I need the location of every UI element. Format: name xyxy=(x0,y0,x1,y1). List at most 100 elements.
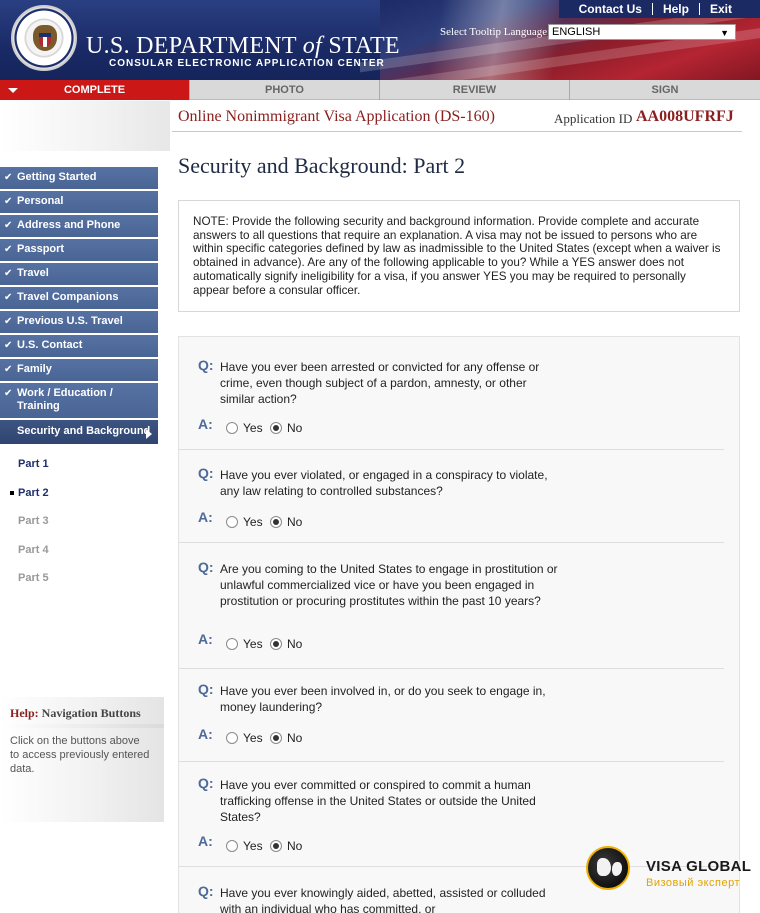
dropdown-arrow-icon: ▼ xyxy=(720,28,729,38)
radio-selected-icon xyxy=(270,516,282,528)
tab-photo[interactable]: PHOTO xyxy=(190,80,380,100)
check-icon: ✔ xyxy=(4,220,13,231)
question-label: Q: xyxy=(198,465,214,481)
radio-icon xyxy=(226,422,238,434)
answer-label: A: xyxy=(198,416,213,432)
question-text: Have you ever been arrested or convicted… xyxy=(220,360,540,406)
sidebar-item-personal[interactable]: ✔ Personal xyxy=(0,191,158,215)
application-id-label: Application ID xyxy=(554,111,633,126)
check-icon: ✔ xyxy=(4,244,13,255)
radio-selected-icon xyxy=(270,732,282,744)
question-text: Have you ever committed or conspired to … xyxy=(220,778,536,824)
question-label: Q: xyxy=(198,681,214,697)
answer-label: A: xyxy=(198,833,213,849)
sidebar-subitem-part-3[interactable]: Part 3 xyxy=(0,507,158,536)
help-text: Click on the buttons above to access pre… xyxy=(10,735,150,775)
watermark-title: VISA GLOBAL xyxy=(646,858,752,875)
sidebar-item-us-contact[interactable]: ✔ U.S. Contact xyxy=(0,335,158,359)
radio-icon xyxy=(226,638,238,650)
radio-selected-icon xyxy=(270,840,282,852)
current-marker-icon xyxy=(10,490,14,495)
answer-yes-radio[interactable]: Yes xyxy=(226,637,263,651)
sidebar-item-family[interactable]: ✔ Family xyxy=(0,359,158,383)
divider xyxy=(172,131,742,132)
help-link[interactable]: Help xyxy=(653,2,699,16)
radio-icon xyxy=(226,840,238,852)
watermark-subtitle: Визовый эксперт xyxy=(646,877,741,889)
answer-label: A: xyxy=(198,509,213,525)
question-block: Q: Have you ever been involved in, or do… xyxy=(179,681,724,762)
sidebar-subitem-part-1[interactable]: Part 1 xyxy=(0,450,158,479)
question-label: Q: xyxy=(198,357,214,373)
sidebar-item-address-phone[interactable]: ✔ Address and Phone xyxy=(0,215,158,239)
answer-yes-radio[interactable]: Yes xyxy=(226,731,263,745)
chevron-right-icon xyxy=(146,429,152,439)
check-icon: ✔ xyxy=(4,292,13,303)
question-block: Q: Have you ever violated, or engaged in… xyxy=(179,465,724,543)
answer-no-radio[interactable]: No xyxy=(270,839,302,853)
question-text: Have you ever violated, or engaged in a … xyxy=(220,468,548,498)
caret-down-icon xyxy=(8,88,18,93)
sidebar-item-previous-us-travel[interactable]: ✔ Previous U.S. Travel xyxy=(0,311,158,335)
check-icon: ✔ xyxy=(4,172,13,183)
radio-selected-icon xyxy=(270,638,282,650)
contact-us-link[interactable]: Contact Us xyxy=(569,2,652,16)
answer-yes-radio[interactable]: Yes xyxy=(226,421,263,435)
question-label: Q: xyxy=(198,775,214,791)
utility-links: Contact Us Help Exit xyxy=(558,0,760,18)
check-icon: ✔ xyxy=(4,268,13,279)
sidebar-subitem-part-5[interactable]: Part 5 xyxy=(0,564,158,593)
answer-no-radio[interactable]: No xyxy=(270,421,302,435)
exit-link[interactable]: Exit xyxy=(700,2,742,16)
answer-yes-radio[interactable]: Yes xyxy=(226,839,263,853)
radio-icon xyxy=(226,732,238,744)
sidebar-subitem-part-4[interactable]: Part 4 xyxy=(0,536,158,565)
sidebar-item-passport[interactable]: ✔ Passport xyxy=(0,239,158,263)
sidebar-subitem-part-2[interactable]: Part 2 xyxy=(0,479,158,508)
site-header: Contact Us Help Exit U.S. DEPARTMENT of … xyxy=(0,0,760,80)
application-title: Online Nonimmigrant Visa Application (DS… xyxy=(178,108,495,125)
ceac-subtitle: CONSULAR ELECTRONIC APPLICATION CENTER xyxy=(109,58,385,69)
visa-global-watermark: VISA GLOBAL Визовый эксперт xyxy=(586,843,760,897)
radio-icon xyxy=(226,516,238,528)
tooltip-language-select[interactable]: ENGLISH ▼ xyxy=(548,24,736,40)
department-title: U.S. DEPARTMENT of STATE xyxy=(86,33,400,59)
sidebar-nav: ✔ Getting Started ✔ Personal ✔ Address and … xyxy=(0,167,158,593)
page-title: Security and Background: Part 2 xyxy=(178,153,466,178)
security-note: NOTE: Provide the following security and… xyxy=(178,200,740,312)
question-block: Q: Have you ever been arrested or convic… xyxy=(179,357,724,450)
answer-label: A: xyxy=(198,726,213,742)
sidebar-item-security-background[interactable]: Security and Background xyxy=(0,420,158,446)
department-seal-icon xyxy=(11,5,77,71)
sidebar-item-work-education[interactable]: ✔ Work / Education / Training xyxy=(0,383,158,420)
answer-no-radio[interactable]: No xyxy=(270,637,302,651)
tab-sign[interactable]: SIGN xyxy=(570,80,760,100)
check-icon: ✔ xyxy=(4,388,13,399)
check-icon: ✔ xyxy=(4,364,13,375)
help-panel: Help: Navigation Buttons Click on the bu… xyxy=(0,697,164,822)
questions-panel: Q: Have you ever been arrested or convic… xyxy=(178,336,740,913)
check-icon: ✔ xyxy=(4,196,13,207)
question-text: Have you ever been involved in, or do yo… xyxy=(220,684,546,714)
check-icon: ✔ xyxy=(4,316,13,327)
tooltip-language-label: Select Tooltip Language xyxy=(440,26,548,38)
check-icon: ✔ xyxy=(4,340,13,351)
help-title: Help: Navigation Buttons xyxy=(10,706,141,720)
tab-complete[interactable]: COMPLETE xyxy=(0,80,190,100)
radio-selected-icon xyxy=(270,422,282,434)
sidebar-item-travel-companions[interactable]: ✔ Travel Companions xyxy=(0,287,158,311)
sidebar-item-travel[interactable]: ✔ Travel xyxy=(0,263,158,287)
question-label: Q: xyxy=(198,883,214,899)
answer-no-radio[interactable]: No xyxy=(270,731,302,745)
question-label: Q: xyxy=(198,559,214,575)
question-text: Have you ever knowingly aided, abetted, … xyxy=(220,886,546,913)
application-id-value: AA008UFRFJ xyxy=(636,108,734,125)
answer-no-radio[interactable]: No xyxy=(270,515,302,529)
answer-label: A: xyxy=(198,631,213,647)
question-block: Q: Are you coming to the United States t… xyxy=(179,559,724,669)
globe-icon xyxy=(586,846,630,890)
progress-tabs: COMPLETE PHOTO REVIEW SIGN xyxy=(0,80,760,100)
answer-yes-radio[interactable]: Yes xyxy=(226,515,263,529)
sidebar-item-getting-started[interactable]: ✔ Getting Started xyxy=(0,167,158,191)
tab-review[interactable]: REVIEW xyxy=(380,80,570,100)
